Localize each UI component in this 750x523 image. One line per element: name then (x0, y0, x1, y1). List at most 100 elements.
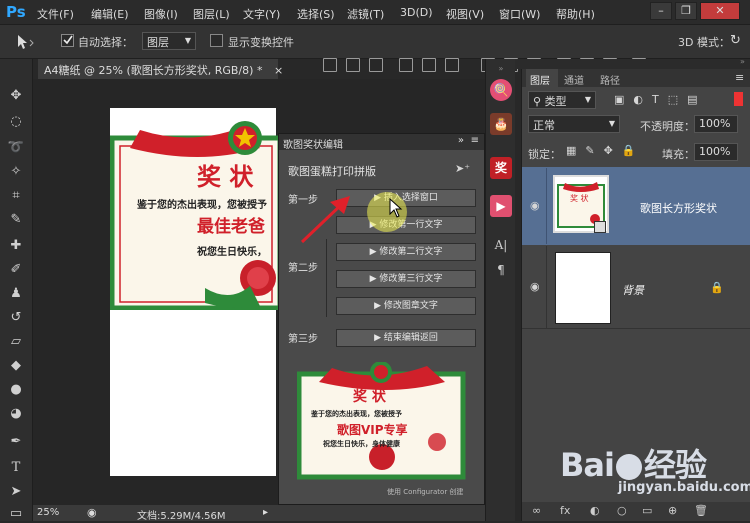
new-layer-icon[interactable]: ⊕ (668, 504, 677, 517)
blur-tool-icon[interactable]: ● (6, 381, 26, 399)
award-icon[interactable]: 奖 (490, 157, 512, 179)
end-editing-button[interactable]: ▶ 结束编辑返回 (336, 329, 476, 347)
auto-select-dropdown[interactable]: 图层 ▼ (142, 32, 196, 50)
menu-view[interactable]: 视图(V) (446, 6, 484, 22)
check-icon (63, 35, 73, 45)
lasso-tool-icon[interactable]: ➰ (6, 139, 26, 157)
cursor-arrow-icon (389, 198, 403, 218)
magic-wand-tool-icon[interactable]: ✧ (6, 163, 26, 181)
align-vcenter-icon[interactable] (346, 58, 360, 72)
shape-tool-icon[interactable]: ▭ (6, 505, 26, 523)
fx-icon[interactable]: fx (560, 504, 570, 517)
align-bottom-icon[interactable] (369, 58, 383, 72)
play-action-icon[interactable]: ▶ (490, 195, 512, 217)
3d-orbit-icon[interactable]: ↻ (730, 33, 741, 48)
cursor-plus-icon[interactable]: ➤⁺ (455, 162, 470, 175)
crop-tool-icon[interactable]: ⌗ (6, 187, 26, 205)
group-icon[interactable]: ▭ (642, 504, 652, 517)
pen-tool-icon[interactable]: ✒ (6, 433, 26, 451)
layer-filter-icons[interactable]: ▣◐T⬚▤ (614, 93, 707, 106)
edit-stamp-button[interactable]: ▶ 修改图章文字 (336, 297, 476, 315)
certificate-title: 奖 状 (197, 163, 254, 191)
align-hcenter-icon[interactable] (422, 58, 436, 72)
filter-toggle-icon[interactable] (734, 92, 743, 106)
preview-line1: 鉴于您的杰出表现，您被授予 (311, 410, 402, 418)
search-icon: ⚲ (533, 95, 545, 108)
menu-image[interactable]: 图像(I) (144, 6, 178, 22)
eyedropper-tool-icon[interactable]: ✎ (6, 211, 26, 229)
mask-icon[interactable]: ◐ (590, 504, 600, 517)
chevron-down-icon: ▼ (184, 36, 191, 45)
layers-panel-menu-icon[interactable]: ≡ (735, 71, 744, 84)
marquee-tool-icon[interactable]: ◌ (6, 113, 26, 131)
type-tool-icon[interactable]: T (6, 459, 26, 477)
edit-line3-button[interactable]: ▶ 修改第三行文字 (336, 270, 476, 288)
lollipop-icon[interactable]: 🍭 (490, 79, 512, 101)
lock-icon: 🔒 (710, 281, 724, 294)
layer-row-background[interactable]: ◉ 背景 🔒 (522, 246, 750, 329)
close-window-button[interactable]: ✕ (700, 2, 740, 20)
path-selection-tool-icon[interactable]: ➤ (6, 483, 26, 501)
menu-file[interactable]: 文件(F) (37, 6, 74, 22)
dodge-tool-icon[interactable]: ◕ (6, 405, 26, 423)
tab-paths[interactable]: 路径 (600, 72, 620, 87)
adjustment-icon[interactable]: ○ (617, 504, 627, 517)
minimize-button[interactable]: – (650, 2, 672, 20)
status-icon[interactable]: ◉ (87, 506, 97, 519)
link-layers-icon[interactable]: ∞ (532, 504, 541, 517)
align-right-icon[interactable] (445, 58, 459, 72)
visibility-eye-icon[interactable]: ◉ (530, 280, 540, 293)
restore-button[interactable]: ❐ (675, 2, 697, 20)
lock-label: 锁定： (528, 148, 561, 161)
menu-window[interactable]: 窗口(W) (499, 6, 540, 22)
status-arrow-icon[interactable]: ▸ (263, 507, 268, 518)
move-tool-icon[interactable] (14, 34, 36, 50)
close-tab-icon[interactable]: × (274, 64, 283, 77)
history-brush-tool-icon[interactable]: ↺ (6, 309, 26, 327)
tab-layers[interactable]: 图层 (530, 72, 550, 87)
show-transform-checkbox[interactable] (210, 34, 223, 47)
step-two-label: 第二步 (288, 263, 318, 274)
layer-row-certificate[interactable]: ◉ 奖 状 歌图长方形奖状 (522, 167, 750, 245)
panel-strip-collapse-icon[interactable]: » (740, 57, 745, 66)
layer-filter-dropdown[interactable]: ⚲ 类型 ▼ (528, 91, 596, 109)
zoom-level[interactable]: 25% (37, 507, 59, 518)
healing-brush-tool-icon[interactable]: ✚ (6, 237, 26, 255)
paint-bucket-tool-icon[interactable]: ◆ (6, 357, 26, 375)
opacity-input[interactable]: 100% (694, 115, 738, 133)
auto-select-checkbox[interactable] (61, 34, 74, 47)
delete-layer-icon[interactable]: 🗑 (694, 504, 708, 517)
paragraph-icon[interactable]: ¶ (490, 259, 512, 281)
layer-name-certificate[interactable]: 歌图长方形奖状 (640, 200, 717, 216)
menu-layer[interactable]: 图层(L) (193, 6, 230, 22)
document-tab[interactable]: A4糖纸 @ 25% (歌图长方形奖状, RGB/8) * × (38, 59, 283, 79)
menu-select[interactable]: 选择(S) (297, 6, 335, 22)
annotation-arrow-icon (300, 196, 350, 244)
3d-mode-label: 3D 模式： (678, 36, 730, 49)
cake-icon[interactable]: 🎂 (490, 113, 512, 135)
tab-channels[interactable]: 通道 (564, 72, 584, 87)
configurator-credit: 使用 Configurator 创建 (387, 488, 464, 496)
panel-menu-icon[interactable]: ≡ (471, 135, 479, 146)
menu-help[interactable]: 帮助(H) (556, 6, 595, 22)
visibility-eye-icon[interactable]: ◉ (530, 199, 540, 212)
dock-collapse-icon[interactable]: » (486, 64, 516, 73)
stamp-tool-icon[interactable]: ♟ (6, 285, 26, 303)
menu-type[interactable]: 文字(Y) (243, 6, 280, 22)
fill-input[interactable]: 100% (694, 143, 738, 161)
collapse-icon[interactable]: » (458, 135, 464, 146)
brush-tool-icon[interactable]: ✐ (6, 261, 26, 279)
character-icon[interactable]: A| (490, 234, 512, 256)
preview-title: 奖 状 (353, 389, 386, 405)
align-left-icon[interactable] (399, 58, 413, 72)
align-top-icon[interactable] (323, 58, 337, 72)
lock-icons[interactable]: ▦✎✥🔒 (566, 144, 645, 157)
layer-name-background[interactable]: 背景 (622, 282, 644, 298)
play-icon: ▶ (369, 274, 380, 284)
move-tool-icon[interactable]: ✥ (6, 87, 26, 105)
eraser-tool-icon[interactable]: ▱ (6, 333, 26, 351)
blend-mode-dropdown[interactable]: 正常 ▼ (528, 115, 620, 133)
menu-edit[interactable]: 编辑(E) (91, 6, 129, 22)
menu-filter[interactable]: 滤镜(T) (347, 6, 384, 22)
menu-3d[interactable]: 3D(D) (400, 6, 433, 19)
